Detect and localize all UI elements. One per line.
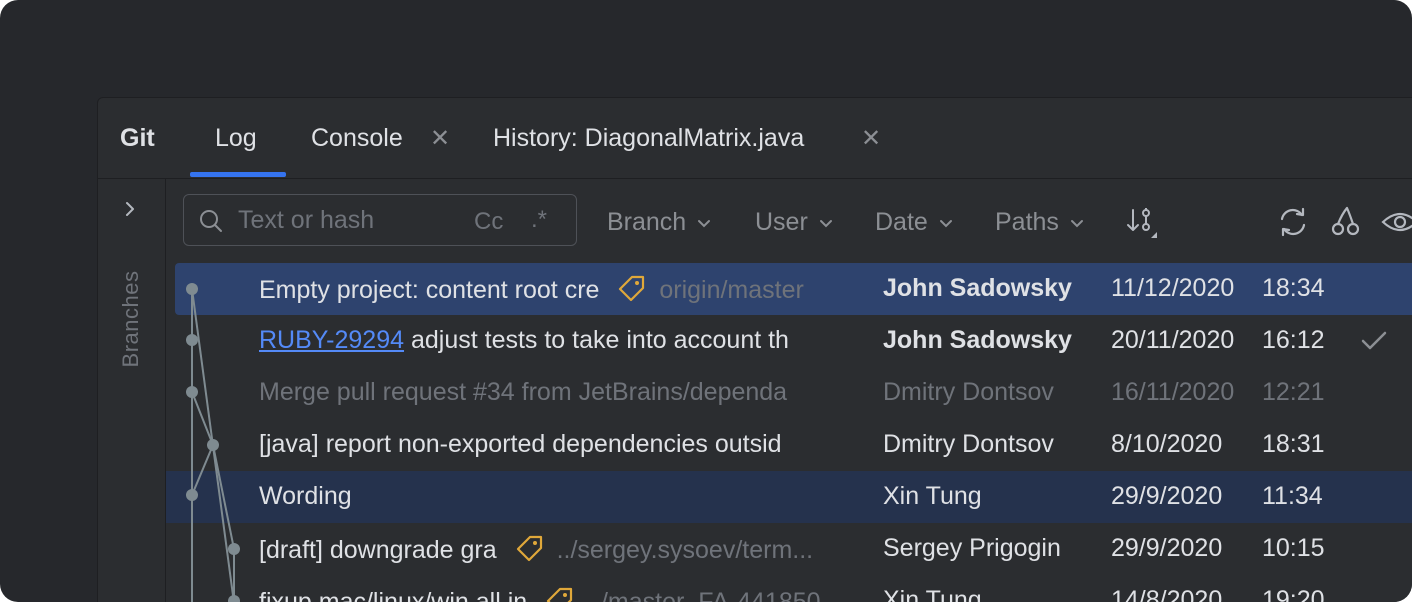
- commit-date: 20/11/2020: [1111, 326, 1235, 354]
- commit-time: 16:12: [1262, 326, 1325, 354]
- commit-author: Dmitry Dontsov: [883, 378, 1054, 406]
- commit-date: 16/11/2020: [1111, 378, 1235, 406]
- paths-filter[interactable]: Paths: [995, 208, 1085, 237]
- branch-filter[interactable]: Branch: [607, 208, 712, 237]
- commit-date: 29/9/2020: [1111, 534, 1223, 562]
- commit-message: [java] report non-exported dependencies …: [259, 430, 782, 458]
- commit-date: 14/8/2020: [1111, 586, 1223, 602]
- commit-message: RUBY-29294 adjust tests to take into acc…: [259, 326, 864, 355]
- chevron-down-icon: [939, 219, 952, 227]
- tab-history[interactable]: History: DiagonalMatrix.java: [493, 124, 804, 153]
- commit-time: 19:20: [1262, 586, 1325, 602]
- checkmark-icon: [1361, 331, 1387, 350]
- commit-date: 11/12/2020: [1111, 274, 1235, 302]
- commit-message: fixup mac/linux/win all in ../master_FA-…: [259, 586, 864, 602]
- git-tool-window: Git Log Console ✕ History: DiagonalMatri…: [97, 97, 1412, 602]
- commit-author: Sergey Prigogin: [883, 534, 1061, 562]
- commit-row[interactable]: [java] report non-exported dependencies …: [166, 419, 1412, 471]
- close-icon[interactable]: ✕: [861, 124, 881, 153]
- window-frame: Git Log Console ✕ History: DiagonalMatri…: [0, 0, 1412, 602]
- commit-row[interactable]: fixup mac/linux/win all in ../master_FA-…: [166, 575, 1412, 602]
- branch-ref: origin/master: [659, 276, 804, 304]
- commit-time: 12:21: [1262, 378, 1325, 406]
- commit-node: [207, 439, 219, 451]
- date-filter-label: Date: [875, 208, 928, 236]
- user-filter-label: User: [755, 208, 808, 236]
- commit-author: John Sadowsky: [883, 274, 1072, 302]
- commit-node: [186, 489, 198, 501]
- commit-row[interactable]: RUBY-29294 adjust tests to take into acc…: [166, 315, 1412, 367]
- commit-message: Empty project: content root cre origin/m…: [259, 274, 864, 305]
- commit-time: 10:15: [1262, 534, 1325, 562]
- commit-date: 8/10/2020: [1111, 430, 1223, 458]
- commit-node: [228, 595, 240, 602]
- tag-icon: [516, 535, 542, 562]
- commit-message: Merge pull request #34 from JetBrains/de…: [259, 378, 788, 406]
- tag-icon: [547, 587, 573, 602]
- commit-node: [186, 386, 198, 398]
- branch-ref: ../master_FA-441850: [587, 588, 821, 602]
- regex-toggle[interactable]: .*: [531, 206, 547, 234]
- sort-icon[interactable]: [1125, 204, 1161, 240]
- commit-row[interactable]: Empty project: content root cre origin/m…: [175, 263, 1412, 315]
- chevron-down-icon: [1070, 219, 1083, 227]
- commit-graph: [186, 283, 240, 602]
- chevron-down-icon: [819, 219, 832, 227]
- date-filter[interactable]: Date: [875, 208, 954, 237]
- chevron-down-icon: [698, 219, 711, 227]
- commit-node: [186, 334, 198, 346]
- commit-author: Dmitry Dontsov: [883, 430, 1054, 458]
- commit-row[interactable]: Wording Xin Tung 29/9/2020 11:34: [166, 471, 1412, 523]
- tab-console[interactable]: Console: [311, 124, 403, 153]
- branch-filter-label: Branch: [607, 208, 687, 236]
- user-filter[interactable]: User: [755, 208, 834, 237]
- refresh-icon[interactable]: [1275, 204, 1311, 240]
- commit-node: [186, 283, 198, 295]
- commit-message-text: adjust tests to take into account th: [404, 326, 789, 354]
- commit-author: Xin Tung: [883, 482, 982, 510]
- commit-message: [draft] downgrade gra ../sergey.sysoev/t…: [259, 534, 864, 565]
- commit-time: 11:34: [1262, 482, 1323, 510]
- commit-time: 18:34: [1262, 274, 1325, 302]
- commit-node: [228, 543, 240, 555]
- commit-row[interactable]: [draft] downgrade gra ../sergey.sysoev/t…: [166, 523, 1412, 575]
- eye-icon[interactable]: [1380, 204, 1412, 240]
- commit-author: John Sadowsky: [883, 326, 1072, 354]
- commit-message: Wording: [259, 482, 352, 510]
- tag-icon: [619, 275, 645, 302]
- paths-filter-label: Paths: [995, 208, 1059, 236]
- branch-ref: ../sergey.sysoev/term...: [556, 536, 814, 564]
- commit-date: 29/9/2020: [1111, 482, 1223, 510]
- cherry-pick-icon[interactable]: [1328, 204, 1364, 240]
- commit-message-text: Empty project: content root cre: [259, 276, 600, 304]
- match-case-toggle[interactable]: Cc: [474, 208, 503, 236]
- commit-message-text: fixup mac/linux/win all in: [259, 588, 528, 602]
- close-icon[interactable]: ✕: [430, 124, 450, 153]
- commit-time: 18:31: [1262, 430, 1325, 458]
- commit-author: Xin Tung: [883, 586, 982, 602]
- commit-row[interactable]: Merge pull request #34 from JetBrains/de…: [166, 367, 1412, 419]
